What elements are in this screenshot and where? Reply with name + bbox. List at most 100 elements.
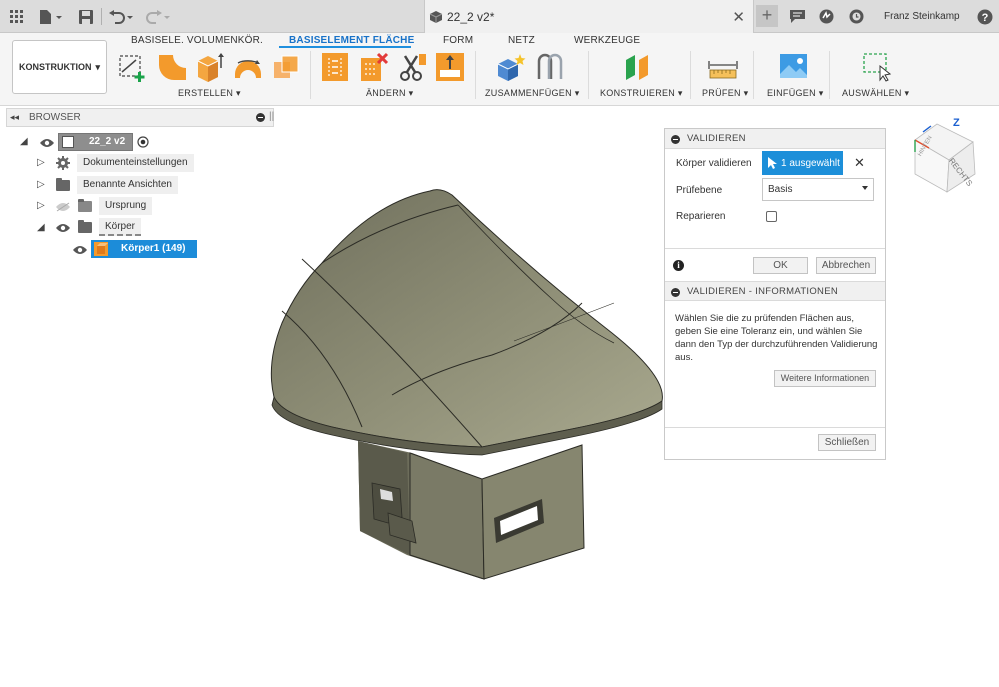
tab-tools[interactable]: WERKZEUGE [574, 35, 640, 46]
info-section-title: VALIDIEREN - INFORMATIONEN [687, 286, 839, 297]
comments-icon[interactable] [786, 0, 808, 33]
z-axis-label: Z [953, 117, 960, 129]
close-button[interactable]: Schließen [818, 434, 876, 451]
save-icon[interactable] [76, 0, 96, 33]
check-level-select[interactable]: Basis [762, 178, 874, 201]
check-level-value: Basis [768, 184, 793, 195]
group-create-label[interactable]: ERSTELLEN ▾ [178, 88, 241, 99]
workspace-label: KONSTRUKTION [18, 62, 92, 72]
new-component-icon[interactable] [496, 52, 526, 82]
folder-icon [78, 199, 92, 212]
collapse-triangle-icon[interactable]: ◢ [20, 136, 28, 147]
document-cube-icon [429, 10, 443, 27]
folder-icon [56, 178, 70, 191]
model-body-3d[interactable] [262, 183, 672, 587]
document-tab[interactable]: 22_2 v2* ✕ [424, 0, 754, 33]
root-component-item[interactable]: 22_2 v2 [58, 133, 133, 151]
insert-image-icon[interactable] [779, 52, 809, 82]
measure-icon[interactable] [708, 52, 738, 82]
body-validate-label: Körper validieren [676, 158, 752, 169]
hidden-eye-icon[interactable] [56, 202, 70, 212]
validate-dialog-header[interactable]: VALIDIEREN [665, 129, 885, 149]
root-component-label: 22_2 v2 [89, 136, 126, 147]
toolbar-ribbon: KONSTRUKTION ▾ BASISELE. VOLUMENKÖR. BAS… [0, 33, 999, 106]
expand-triangle-icon[interactable]: ▷ [37, 200, 45, 211]
browser-item-body1[interactable]: Körper1 (149) [91, 240, 197, 258]
info-icon[interactable]: i [673, 260, 684, 271]
dropdown-arrow-icon [862, 186, 868, 190]
cancel-button[interactable]: Abbrechen [816, 257, 876, 274]
validate-dialog-title: VALIDIEREN [687, 133, 746, 144]
delete-face-icon[interactable] [359, 52, 389, 82]
browser-title: BROWSER [29, 112, 81, 123]
create-sketch-icon[interactable] [118, 52, 148, 82]
sweep-surface-icon[interactable] [272, 52, 302, 82]
patch-icon[interactable] [157, 52, 187, 82]
collapse-section-icon[interactable] [671, 135, 680, 144]
split-body-icon[interactable] [397, 52, 427, 82]
tab-form[interactable]: FORM [443, 35, 473, 46]
user-account-name[interactable]: Franz Steinkamp [884, 11, 960, 22]
visibility-eye-icon[interactable] [73, 245, 87, 255]
browser-item-bodies[interactable]: Körper [99, 218, 142, 236]
redo-icon[interactable] [142, 0, 172, 33]
activate-radio-icon[interactable] [137, 136, 149, 148]
body-selection-button[interactable]: 1 ausgewählt [762, 151, 843, 175]
ok-button[interactable]: OK [753, 257, 808, 274]
help-icon[interactable]: ? [974, 0, 996, 33]
browser-item-document-settings[interactable]: Dokumenteinstellungen [77, 154, 194, 172]
svg-text:?: ? [982, 12, 989, 24]
revolve-surface-icon[interactable] [233, 52, 263, 82]
tab-mesh[interactable]: NETZ [508, 35, 535, 46]
fusion-app-window: 22_2 v2* ✕ + Franz Steinkamp ? KONSTRUKT… [0, 0, 999, 687]
close-tab-icon[interactable]: ✕ [732, 8, 745, 26]
body-selection-value: 1 ausgewählt [781, 157, 840, 169]
collapse-section-icon[interactable] [671, 288, 680, 297]
minimize-panel-icon[interactable] [256, 113, 265, 122]
clear-selection-icon[interactable]: ✕ [854, 156, 865, 169]
visibility-eye-icon[interactable] [40, 138, 54, 148]
offset-face-icon[interactable] [435, 52, 465, 82]
extrude-surface-icon[interactable] [195, 52, 225, 82]
group-assemble-label[interactable]: ZUSAMMENFÜGEN ▾ [485, 88, 580, 99]
group-insert-label[interactable]: EINFÜGEN ▾ [767, 88, 824, 99]
app-grid-icon[interactable] [6, 0, 26, 33]
group-modify-label[interactable]: ÄNDERN ▾ [366, 88, 413, 99]
group-select-label[interactable]: AUSWÄHLEN ▾ [842, 88, 909, 99]
collapse-triangle-icon[interactable]: ◢ [37, 222, 45, 233]
tab-solid[interactable]: BASISELE. VOLUMENKÖR. [131, 35, 263, 46]
clock-icon[interactable] [845, 0, 867, 33]
file-menu-icon[interactable] [36, 0, 66, 33]
browser-item-named-views[interactable]: Benannte Ansichten [77, 176, 178, 194]
info-section-header[interactable]: VALIDIEREN - INFORMATIONEN [665, 281, 885, 301]
offset-plane-icon[interactable] [623, 52, 653, 82]
browser-item-origin[interactable]: Ursprung [99, 197, 153, 215]
gear-icon [56, 156, 70, 170]
press-pull-icon[interactable] [320, 52, 350, 82]
tab-surface[interactable]: BASISELEMENT FLÄCHE [289, 35, 414, 46]
dropdown-arrow-icon: ▾ [95, 61, 101, 72]
repair-checkbox[interactable] [766, 211, 777, 222]
viewcube[interactable]: Z HINTEN RECHTS [903, 112, 983, 198]
visibility-eye-icon[interactable] [56, 223, 70, 233]
job-status-icon[interactable] [815, 0, 837, 33]
info-description: Wählen Sie die zu prüfenden Flächen aus,… [675, 313, 878, 363]
panel-divider-handle[interactable]: || [269, 111, 274, 122]
body-icon [94, 242, 108, 256]
expand-triangle-icon[interactable]: ▷ [37, 157, 45, 168]
select-icon[interactable] [862, 52, 892, 82]
group-construct-label[interactable]: KONSTRUIEREN ▾ [600, 88, 683, 99]
pointer-icon [768, 157, 777, 169]
body1-label: Körper1 (149) [121, 243, 186, 254]
document-title: 22_2 v2* [447, 10, 495, 24]
title-bar: 22_2 v2* ✕ + Franz Steinkamp ? [0, 0, 999, 33]
collapse-browser-icon[interactable]: ◂◂ [10, 112, 19, 123]
joint-icon[interactable] [535, 52, 565, 82]
workspace-switcher-button[interactable]: KONSTRUKTION ▾ [12, 40, 107, 94]
expand-triangle-icon[interactable]: ▷ [37, 179, 45, 190]
more-info-button[interactable]: Weitere Informationen [774, 370, 876, 387]
repair-label: Reparieren [676, 211, 726, 222]
undo-icon[interactable] [106, 0, 136, 33]
group-inspect-label[interactable]: PRÜFEN ▾ [702, 88, 748, 99]
new-tab-button[interactable]: + [756, 5, 778, 27]
